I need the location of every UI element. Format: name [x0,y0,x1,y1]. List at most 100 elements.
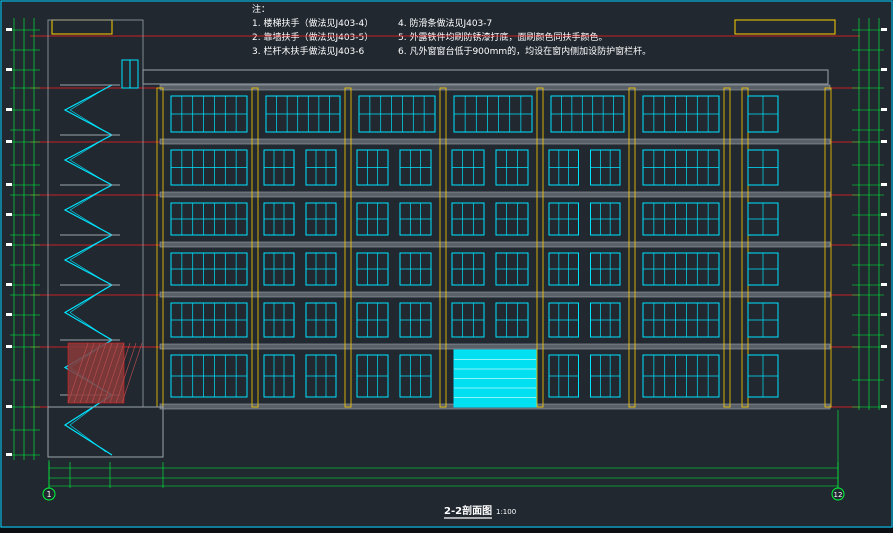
window [590,252,621,286]
axis-bubble-1: 1 [42,487,56,501]
stair-flight [63,184,113,236]
column [723,87,731,408]
window [263,149,295,186]
note-2: 2. 靠墙扶手（做法见J403-5） [252,31,373,43]
level-mark-right [881,68,887,71]
level-mark-left [6,140,12,143]
note-6: 6. 凡外窗窗台低于900mm的，均设在窗内侧加设防护窗栏杆。 [398,45,651,57]
level-mark-right [881,405,887,408]
window [356,302,389,338]
window [170,202,248,236]
window [356,252,389,286]
window [358,95,436,133]
window [642,149,720,186]
window [590,302,621,338]
window [356,202,389,236]
window [747,149,779,186]
window [263,252,295,286]
window [399,302,432,338]
column [628,87,636,408]
floor-slab [159,191,831,198]
column [741,87,749,408]
window [642,302,720,338]
window [170,149,248,186]
level-mark-right [881,213,887,216]
window [495,302,529,338]
stair-flight [63,134,113,186]
axis-label-1: 1 [46,490,51,499]
column [156,87,164,408]
floor-slab [159,291,831,298]
window [170,252,248,286]
window [305,149,337,186]
window [550,95,625,133]
window [495,149,529,186]
window [263,302,295,338]
window [305,252,337,286]
window [642,95,720,133]
window [548,354,579,398]
level-mark-right [881,313,887,316]
window [548,149,579,186]
axis-bubble-12: 12 [831,487,845,501]
hatch-line [121,342,143,404]
drawing-frame [0,0,893,528]
stair-flight [63,234,113,286]
window [399,354,432,398]
window [265,95,341,133]
window [170,95,248,133]
floor-slab [159,241,831,248]
drawing-title: 2-2剖面图 [444,504,492,517]
window [399,202,432,236]
window [495,252,529,286]
notes-block: 注： 1. 楼梯扶手（做法见J403-4） 2. 靠墙扶手（做法见J403-5）… [252,3,651,57]
window [451,302,485,338]
window [170,302,248,338]
window [399,252,432,286]
window [747,354,779,398]
window [263,202,295,236]
level-mark-left [6,28,12,31]
window [495,202,529,236]
top-left-box [51,19,113,35]
level-mark-left [6,345,12,348]
window [642,202,720,236]
window [642,252,720,286]
note-3: 3. 栏杆木扶手做法见J403-6 [252,45,365,57]
window [548,202,579,236]
note-4: 4. 防滑条做法见J403-7 [398,17,492,29]
window [590,354,621,398]
note-5: 5. 外露铁件均刷防锈漆打底，面刷颜色同扶手颜色。 [398,31,607,43]
window [548,252,579,286]
window [170,354,248,398]
window [305,202,337,236]
window [305,302,337,338]
axis-label-12: 12 [834,491,843,499]
building-section [30,19,860,410]
column [251,87,259,408]
window [642,354,720,398]
stair-flight [63,394,113,456]
level-mark-right [881,345,887,348]
level-mark-left [6,213,12,216]
column [439,87,447,408]
level-mark-left [6,183,12,186]
level-mark-right [881,108,887,111]
level-mark-right [881,28,887,31]
floor-slab [159,343,831,350]
roof-parapet [142,69,829,85]
window [263,354,295,398]
basement-outline [47,406,164,458]
column [824,87,832,408]
window [590,149,621,186]
window [747,252,779,286]
notes-title: 注： [252,3,270,15]
window [747,202,779,236]
cad-canvas: 注： 1. 楼梯扶手（做法见J403-4） 2. 靠墙扶手（做法见J403-5）… [0,0,893,528]
level-mark-left [6,453,12,456]
section-drawing: 注： 1. 楼梯扶手（做法见J403-4） 2. 靠墙扶手（做法见J403-5）… [0,0,893,528]
note-1: 1. 楼梯扶手（做法见J403-4） [252,17,373,29]
window [590,202,621,236]
floor-slab [159,84,831,91]
stair-flight [63,284,113,341]
